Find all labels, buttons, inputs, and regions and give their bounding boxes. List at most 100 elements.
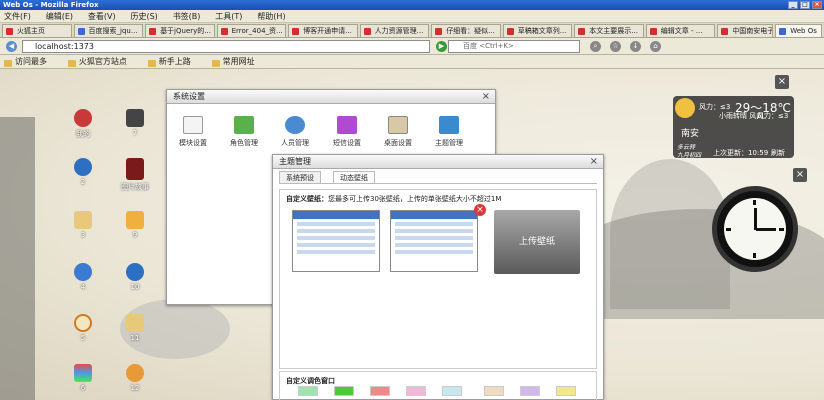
theme-management-titlebar[interactable]: 主题管理 × [273, 155, 603, 169]
menu-bookmarks[interactable]: 书签(B) [173, 12, 201, 21]
weather-city: 南安 [681, 129, 700, 139]
folder-icon [74, 211, 92, 229]
color-swatch-mint[interactable] [298, 386, 318, 396]
theme-management-button[interactable]: 主题管理 [425, 116, 473, 148]
desktop-icon-12[interactable]: 12 [120, 364, 150, 392]
close-icon[interactable]: × [793, 168, 807, 182]
people-icon [285, 116, 305, 134]
wallpaper-thumbnail[interactable] [390, 210, 478, 272]
thumb-row [395, 236, 473, 240]
menu-edit[interactable]: 编辑(E) [46, 12, 73, 21]
tab-drafts[interactable]: 草稿箱文章列... [502, 24, 573, 37]
close-icon[interactable]: × [482, 90, 490, 103]
desktop-icon-mine[interactable]: 我的 [68, 109, 98, 139]
clock-face [724, 198, 786, 260]
tab-dynamic-wallpaper[interactable]: 动态壁纸 [333, 171, 375, 183]
mail-icon [337, 116, 357, 134]
menu-tools[interactable]: 工具(T) [215, 12, 242, 21]
menu-help[interactable]: 帮助(H) [257, 12, 285, 21]
desktop-icon-2[interactable]: 2 [68, 158, 98, 186]
menu-view[interactable]: 查看(V) [88, 12, 116, 21]
minute-hand [754, 208, 757, 230]
maximize-icon[interactable]: □ [800, 1, 810, 9]
downloads-icon[interactable]: ↓ [630, 41, 641, 52]
thumb-row [297, 222, 375, 226]
tab-bar: 火狐主页 百度搜索_jqu... 基于jQuery的... Error_404_… [0, 23, 824, 38]
color-swatch-beige[interactable] [484, 386, 504, 396]
ie-icon [74, 158, 92, 176]
tab-article[interactable]: 本文主要展示... [574, 24, 644, 37]
module-icon [183, 116, 203, 134]
url-input[interactable]: localhost:1373 [22, 40, 430, 53]
thumb-row [395, 243, 473, 247]
close-icon[interactable]: × [812, 1, 822, 9]
bookmark-star-icon[interactable]: ☆ [610, 41, 621, 52]
go-icon[interactable]: ▶ [436, 41, 447, 52]
wallpaper-thumbnail[interactable] [292, 210, 380, 272]
bookmark-common-urls[interactable]: 常用网址 [212, 57, 255, 66]
custom-color-panel: 自定义调色窗口 [279, 371, 597, 400]
window-title: Web Os - Mozilla Firefox [3, 1, 99, 9]
staff-management-button[interactable]: 人员管理 [271, 116, 319, 148]
bookmark-most-visited[interactable]: 访问最多 [4, 57, 47, 66]
color-swatch-lavender[interactable] [520, 386, 540, 396]
user-icon [74, 109, 92, 127]
sms-settings-button[interactable]: 短信设置 [323, 116, 371, 148]
desktop-icon-5[interactable]: 5 [68, 314, 98, 342]
theme-management-window: 主题管理 × 系统预设 动态壁纸 自定义壁纸：您最多可上传30张壁纸，上传的单张… [272, 154, 604, 400]
close-icon[interactable]: × [775, 75, 789, 89]
desktop-icon-7[interactable]: 7 [120, 109, 150, 137]
delete-wallpaper-icon[interactable]: × [474, 204, 486, 216]
browser-title-bar: Web Os - Mozilla Firefox _ □ × [0, 0, 824, 10]
tab-edit-article[interactable]: 编辑文章 - ... [645, 24, 716, 37]
tab-nanan[interactable]: 中国南安电子... [717, 24, 774, 37]
tab-web-os[interactable]: Web Os [775, 24, 823, 37]
tab-system-preset[interactable]: 系统预设 [279, 171, 321, 183]
refresh-button[interactable]: 刷新 [771, 148, 785, 158]
clock-tick [779, 228, 784, 231]
desktop-icon-4[interactable]: 4 [68, 263, 98, 291]
tab-blog-apply[interactable]: 博客开通申请... [288, 24, 358, 37]
desktop-icon-6[interactable]: 6 [68, 364, 98, 392]
color-swatch-yellow[interactable] [556, 386, 576, 396]
search-icon[interactable]: ⌕ [590, 41, 601, 52]
photo-icon [126, 109, 144, 127]
bookmark-firefox-site[interactable]: 火狐官方站点 [68, 57, 127, 66]
bookmark-getting-started[interactable]: 新手上路 [148, 57, 191, 66]
desktop-settings-button[interactable]: 桌面设置 [374, 116, 422, 148]
tab-look-closely[interactable]: 仔细看：疑似... [431, 24, 501, 37]
desktop-icon-11[interactable]: 11 [120, 314, 150, 342]
color-swatch-sky[interactable] [442, 386, 462, 396]
module-settings-button[interactable]: 模块设置 [169, 116, 217, 148]
close-icon[interactable]: × [590, 155, 598, 168]
color-swatch-pink[interactable] [406, 386, 426, 396]
weather-line2: 九月初四 [677, 152, 702, 159]
desktop-icon-3[interactable]: 3 [68, 211, 98, 239]
custom-color-label: 自定义调色窗口 [286, 377, 335, 385]
tab-baidu-search[interactable]: 百度搜索_jqu... [73, 24, 144, 37]
theme-icon [439, 116, 459, 134]
bookmarks-bar: 访问最多 火狐官方站点 新手上路 常用网址 [0, 55, 824, 69]
desktop-icon-10[interactable]: 10 [120, 263, 150, 291]
color-swatch-green[interactable] [334, 386, 354, 396]
menu-file[interactable]: 文件(F) [4, 12, 31, 21]
tab-error-404[interactable]: Error_404_资... [216, 24, 287, 37]
desktop-icon-picture-story[interactable]: 图片故事 [120, 158, 150, 192]
upload-wallpaper-button[interactable]: 上传壁纸 [494, 210, 580, 274]
hour-hand [756, 228, 776, 231]
minimize-icon[interactable]: _ [788, 1, 798, 9]
desktop-icon-9[interactable]: 9 [120, 211, 150, 239]
tab-hr-manage[interactable]: 人力资源管理... [359, 24, 430, 37]
menu-history[interactable]: 历史(S) [130, 12, 157, 21]
tab-firefox-home[interactable]: 火狐主页 [2, 24, 72, 37]
system-settings-titlebar[interactable]: 系统设置 × [167, 90, 495, 104]
notepad-icon [126, 211, 144, 229]
tab-jquery[interactable]: 基于jQuery的... [145, 24, 215, 37]
weather-wind-2: 风力：≤3 [757, 112, 789, 120]
search-input[interactable]: 百度 <Ctrl+K> [448, 40, 580, 53]
color-swatch-red[interactable] [370, 386, 390, 396]
back-icon[interactable]: ◀ [6, 41, 17, 52]
home-icon[interactable]: ⌂ [650, 41, 661, 52]
butterfly-icon [74, 263, 92, 281]
role-management-button[interactable]: 角色管理 [220, 116, 268, 148]
